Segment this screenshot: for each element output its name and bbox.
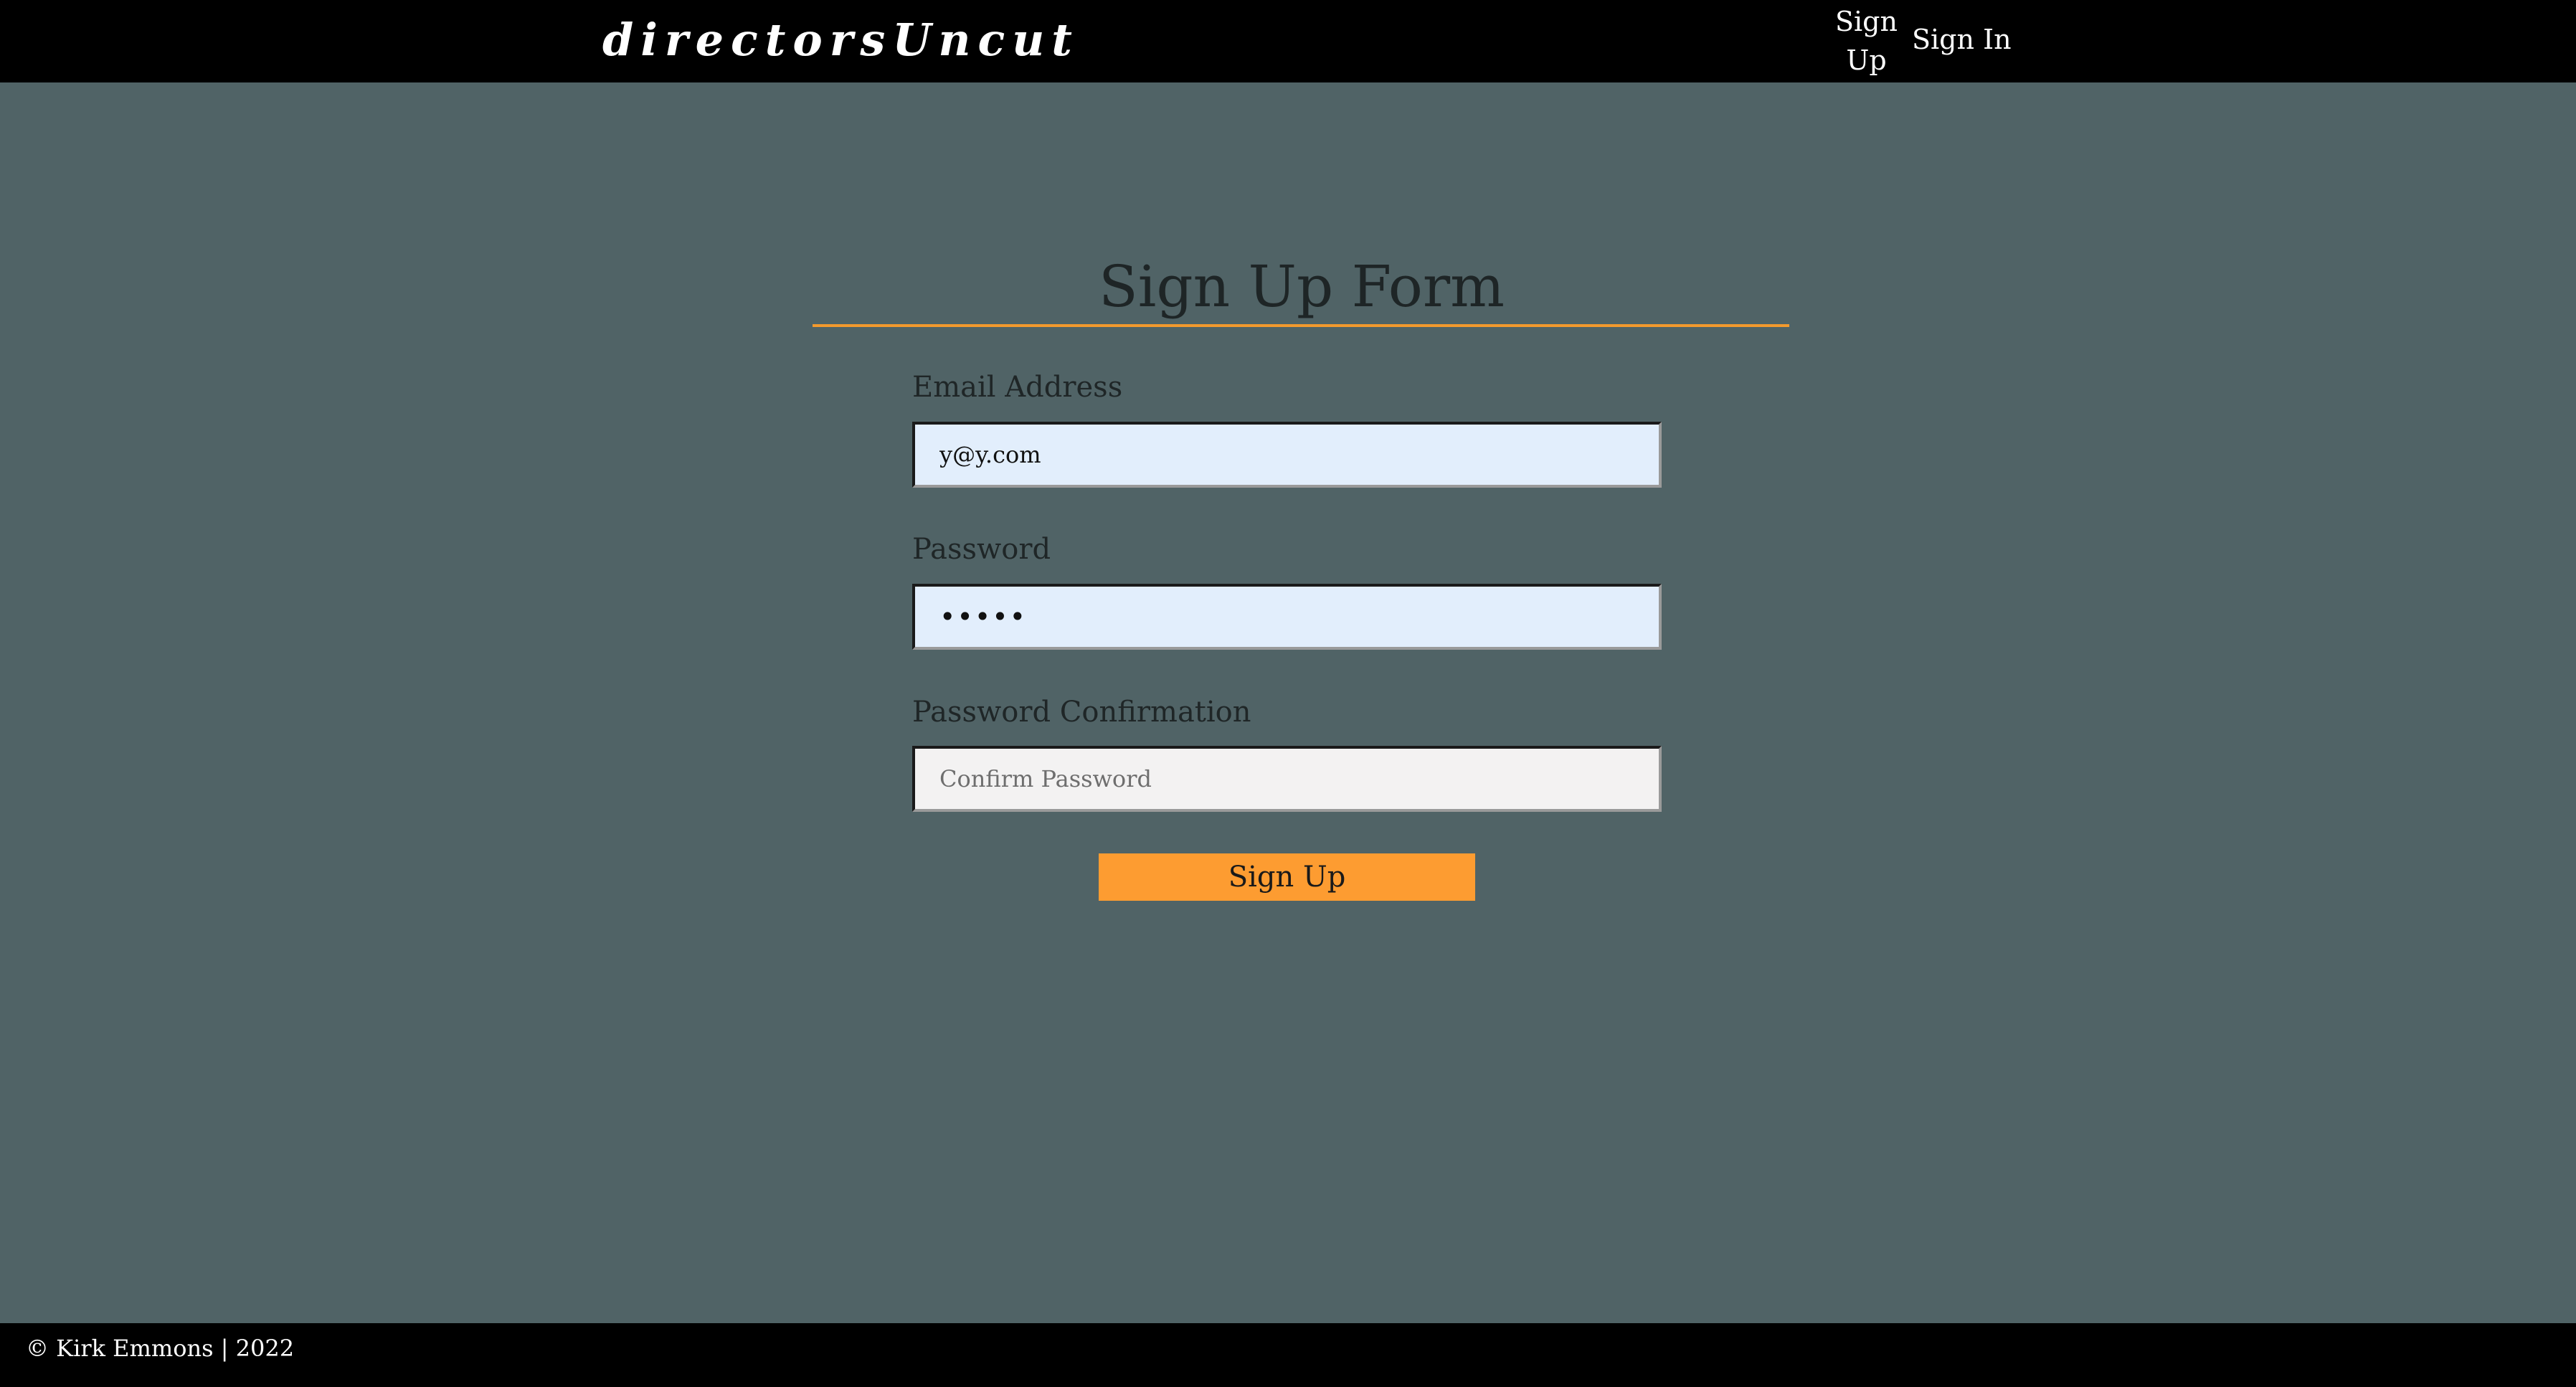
nav-signin-link[interactable]: Sign In <box>1912 20 2012 59</box>
password-label: Password <box>912 533 1051 566</box>
site-logo[interactable]: directorsUncut <box>602 6 1079 75</box>
title-divider <box>813 324 1789 327</box>
email-label: Email Address <box>912 371 1123 404</box>
page-footer: © Kirk Emmons | 2022 <box>0 1323 2576 1387</box>
email-field[interactable] <box>912 422 1662 488</box>
top-navbar: directorsUncut Sign Up Sign In <box>0 0 2576 82</box>
password-confirmation-label: Password Confirmation <box>912 696 1251 729</box>
password-confirmation-field[interactable] <box>912 746 1662 812</box>
password-field[interactable] <box>912 584 1662 650</box>
signup-submit-button[interactable]: Sign Up <box>1099 853 1475 901</box>
nav-signup-link[interactable]: Sign Up <box>1832 2 1900 80</box>
footer-copyright: © Kirk Emmons | 2022 <box>26 1335 295 1362</box>
form-title: Sign Up Form <box>1098 253 1505 320</box>
